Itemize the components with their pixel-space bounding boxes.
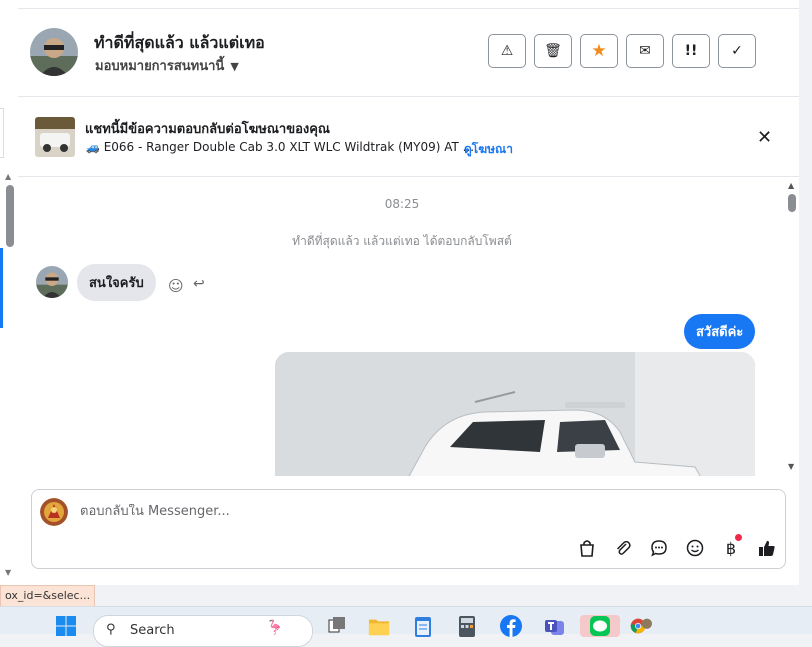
ad-banner-title: แชทนี้มีข้อความตอบกลับต่อโฆษณาของคุณ [85,122,330,137]
page-avatar [40,498,68,526]
chat-scrollbar-thumb[interactable] [788,194,796,212]
contact-name[interactable]: ทำดีที่สุดแล้ว แล้วแต่เทอ [94,31,265,56]
left-panel-strip: ▲ ▼ [0,0,19,585]
flamingo-icon: 🦩 [266,620,284,636]
calculator-button[interactable] [456,615,478,637]
outgoing-message-bubble[interactable]: สวัสดีค่ะ [684,314,756,349]
file-explorer-button[interactable] [368,615,390,637]
shopping-bag-icon [580,540,594,557]
baht-icon: ฿ [725,538,737,558]
right-edge [799,0,812,585]
system-message: ทำดีที่สุดแล้ว แล้วแต่เทอ ได้ตอบกลับโพสต… [292,234,512,248]
sent-car-photo[interactable] [275,352,755,476]
star-icon: ★ [591,41,607,61]
assign-label: มอบหมายการสนทนานี้ [95,59,225,74]
chrome-icon [630,618,652,634]
line-icon [590,616,610,636]
scroll-down-arrow-icon[interactable]: ▼ [788,462,794,471]
sender-avatar[interactable] [36,266,68,298]
reply-input[interactable] [80,504,680,519]
taskbar: ⚲ Search 🦩 [0,606,812,647]
notepad-button[interactable] [412,615,434,637]
search-icon: ⚲ [106,622,116,637]
mark-unread-button[interactable]: ✉ [626,34,664,68]
ad-thumbnail[interactable] [35,117,75,157]
smiley-icon [686,539,704,557]
conversation-header: ทำดีที่สุดแล้ว แล้วแต่เทอ มอบหมายการสนทน… [18,9,799,97]
scroll-down-arrow-icon[interactable]: ▼ [5,568,11,577]
saved-replies-button[interactable] [647,536,671,560]
done-button[interactable]: ✓ [718,34,756,68]
report-button[interactable]: ⚠ [488,34,526,68]
view-ad-link[interactable]: ดูโฆษณา [464,140,513,159]
car-icon: 🚙 [86,141,100,154]
ad-reply-banner: แชทนี้มีข้อความตอบกลับต่อโฆษณาของคุณ 🚙 E0… [18,97,799,177]
status-url-tooltip: ox_id=&selec... [0,585,96,608]
chrome-button[interactable] [630,615,652,637]
incoming-message-bubble[interactable]: สนใจครับ [77,264,156,301]
notification-dot [735,534,742,541]
teams-icon [545,620,564,635]
teams-button[interactable] [544,615,566,637]
top-divider [18,0,799,9]
start-button[interactable] [55,615,77,637]
like-button[interactable] [755,536,779,560]
left-panel-item[interactable] [0,108,4,158]
check-icon: ✓ [731,43,743,59]
chat-scrollbar[interactable]: ▲ ▼ [786,177,799,476]
ad-subtitle-text: E066 - Ranger Double Cab 3.0 XLT WLC Wil… [103,140,475,154]
folder-icon [368,619,390,636]
close-icon[interactable]: ✕ [757,127,772,148]
delete-button[interactable]: 🗑 [534,34,572,68]
message-thread: 08:25 ทำดีที่สุดแล้ว แล้วแต่เทอ ได้ตอบกล… [18,177,799,476]
left-scrollbar-thumb[interactable] [6,185,14,247]
notepad-icon [415,617,431,637]
trash-icon: 🗑 [544,43,562,59]
warning-icon: ⚠ [500,43,514,59]
caret-down-icon: ▼ [230,60,239,73]
windows-icon [56,616,76,636]
react-smiley-icon[interactable]: ☺ [168,277,184,295]
conversation-panel: ทำดีที่สุดแล้ว แล้วแต่เทอ มอบหมายการสนทน… [18,0,799,585]
assign-conversation-dropdown[interactable]: มอบหมายการสนทนานี้ ▼ [95,55,239,76]
line-button[interactable] [580,615,620,637]
paperclip-icon [616,540,631,555]
facebook-button[interactable] [500,615,522,637]
calculator-icon [459,616,475,637]
contact-avatar[interactable] [30,28,78,76]
envelope-icon: ✉ [639,43,651,59]
attach-button[interactable] [611,536,635,560]
composer-tools: ฿ [575,534,779,560]
task-view-button[interactable] [326,615,348,637]
emoji-button[interactable] [683,536,707,560]
priority-button[interactable]: !! [672,34,710,68]
selected-indicator [0,248,3,328]
header-actions: ⚠ 🗑 ★ ✉ !! ✓ [488,34,756,68]
ad-subtitle: 🚙 E066 - Ranger Double Cab 3.0 XLT WLC Wi… [86,140,474,154]
search-label: Search [130,623,175,638]
payment-button[interactable]: ฿ [719,534,743,560]
taskbar-search[interactable]: ⚲ Search 🦩 [93,615,313,647]
star-button[interactable]: ★ [580,34,618,68]
shop-button[interactable] [575,536,599,560]
scroll-up-arrow-icon[interactable]: ▲ [5,172,11,181]
exclamation-icon: !! [684,43,698,59]
message-timestamp: 08:25 [384,197,420,211]
message-composer: ฿ [31,489,786,569]
facebook-icon [500,615,522,637]
thumbs-up-icon [759,540,775,556]
chat-bubble-icon [651,540,667,557]
reply-arrow-icon[interactable]: ↩ [193,276,205,292]
scroll-up-arrow-icon[interactable]: ▲ [788,181,794,190]
task-view-icon [328,617,345,633]
